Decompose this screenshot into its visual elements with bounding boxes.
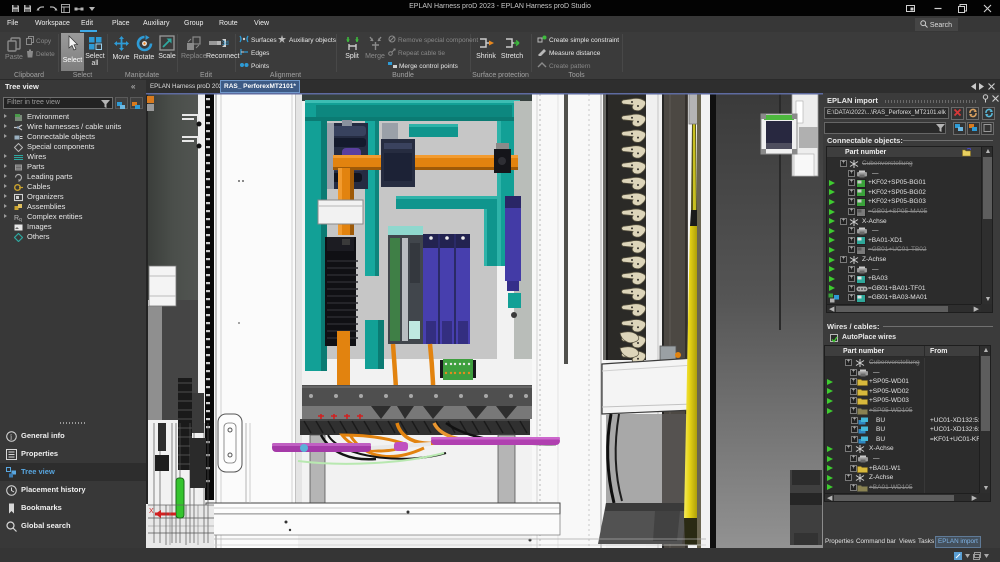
svg-text:X: X <box>149 508 154 515</box>
svg-text:i: i <box>10 432 13 441</box>
svg-text:3d: 3d <box>222 41 229 47</box>
